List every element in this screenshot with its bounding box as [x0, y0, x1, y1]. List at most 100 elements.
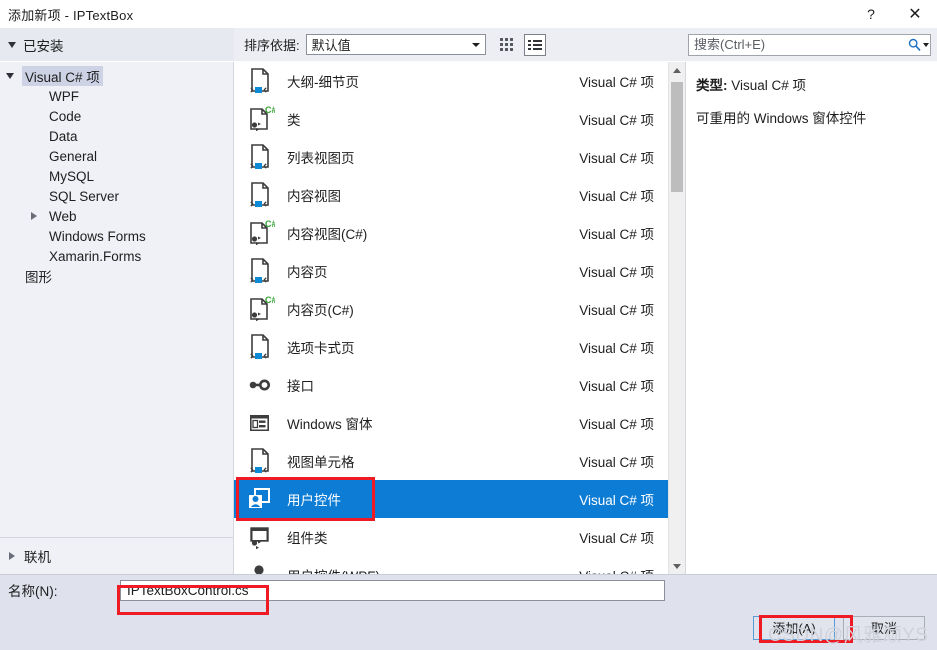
list-item-type: Visual C# 项 [579, 455, 654, 470]
list-item-name: 用户控件 [287, 493, 341, 508]
chevron-down-icon[interactable] [4, 73, 22, 79]
sidebar-filler [0, 286, 233, 537]
list-item-name: 接口 [287, 379, 314, 394]
list-scrollbar[interactable] [668, 62, 685, 574]
list-item-type: Visual C# 项 [579, 303, 654, 318]
sidebar-item-wpf[interactable]: WPF [0, 86, 233, 106]
list-item[interactable]: 用户控件 Visual C# 项 [234, 480, 668, 518]
list-item-type: Visual C# 项 [579, 189, 654, 204]
sidebar-item-xamarin-forms[interactable]: Xamarin.Forms [0, 246, 233, 266]
sidebar-item-label: Windows Forms [49, 228, 146, 244]
sidebar-item-[interactable]: 图形 [0, 266, 233, 286]
sort-toolbar: 排序依据: 默认值 [234, 28, 686, 61]
page-icon [247, 142, 275, 172]
scrollbar-thumb[interactable] [671, 82, 683, 192]
sidebar-item-label: WPF [49, 88, 79, 104]
help-button[interactable]: ? [849, 0, 893, 28]
list-item-type: Visual C# 项 [579, 565, 654, 574]
sidebar-item-label: SQL Server [49, 188, 120, 204]
list-item[interactable]: 组件类 Visual C# 项 [234, 518, 668, 556]
list-item-name: 组件类 [287, 531, 328, 546]
sidebar-item-mysql[interactable]: MySQL [0, 166, 233, 186]
page-icon [247, 446, 275, 476]
list-item[interactable]: C# 内容页(C#) Visual C# 项 [234, 290, 668, 328]
svg-text:C#: C# [265, 295, 275, 305]
sidebar-item-label: Visual C# 项 [22, 66, 103, 86]
window-title: 添加新项 - IPTextBox [8, 7, 134, 23]
sidebar-item-sql-server[interactable]: SQL Server [0, 186, 233, 206]
list-item[interactable]: 列表视图页 Visual C# 项 [234, 138, 668, 176]
sidebar-item-label: Code [49, 108, 82, 124]
close-icon[interactable]: ✕ [893, 0, 937, 28]
template-list[interactable]: 大纲-细节页Visual C# 项C#类Visual C# 项列表视图页Visu… [234, 62, 668, 574]
class-csharp-icon: C# [247, 104, 277, 134]
sidebar-item-label: Web [49, 208, 77, 224]
list-item[interactable]: 用户控件(WPF)Visual C# 项 [234, 556, 668, 574]
list-item-name: 内容视图(C#) [287, 227, 368, 242]
scroll-up-icon[interactable] [669, 62, 685, 78]
sidebar-item-windows-forms[interactable]: Windows Forms [0, 226, 233, 246]
info-type-label: 类型: [696, 78, 728, 93]
interface-icon [247, 370, 275, 400]
chevron-right-icon [6, 552, 24, 560]
name-input[interactable] [120, 579, 665, 601]
list-icon [527, 39, 542, 51]
sidebar-item-label: Data [49, 128, 78, 144]
list-item-name: Windows 窗体 [287, 417, 373, 432]
list-item[interactable]: C# 类 Visual C# 项 [234, 100, 668, 138]
list-item-name: 大纲-细节页 [287, 75, 359, 90]
installed-header[interactable]: 已安装 [0, 28, 234, 61]
sidebar-item-visual-c[interactable]: Visual C# 项 [0, 66, 233, 86]
search-input[interactable] [689, 36, 906, 53]
grid-icon [500, 38, 514, 51]
page-icon [247, 332, 275, 362]
search-icon[interactable] [906, 35, 930, 55]
sidebar-item-code[interactable]: Code [0, 106, 233, 126]
list-item[interactable]: 内容视图 Visual C# 项 [234, 176, 668, 214]
list-item[interactable]: 内容页 Visual C# 项 [234, 252, 668, 290]
grid-view-button[interactable] [496, 34, 518, 56]
category-tree: Visual C# 项 WPF Code Data General MySQL SQL Se… [0, 66, 233, 286]
page-icon [247, 256, 275, 286]
dialog-footer: 名称(N): 添加(A) 取消 [0, 574, 937, 650]
svg-text:C#: C# [265, 105, 275, 115]
list-item[interactable]: C# 内容视图(C#) Visual C# 项 [234, 214, 668, 252]
list-item-type: Visual C# 项 [579, 493, 654, 508]
sidebar-item-online[interactable]: 联机 [0, 538, 233, 574]
title-bar: 添加新项 - IPTextBox ? ✕ [0, 0, 937, 28]
list-item[interactable]: Windows 窗体 Visual C# 项 [234, 404, 668, 442]
chevron-right-icon[interactable] [28, 212, 46, 220]
add-button[interactable]: 添加(A) [753, 615, 835, 640]
class-csharp-icon: C# [247, 294, 277, 324]
list-item[interactable]: 大纲-细节页 Visual C# 项 [234, 62, 668, 100]
installed-label: 已安装 [23, 38, 64, 54]
name-label: 名称(N): [8, 584, 58, 599]
list-view-button[interactable] [523, 33, 546, 56]
cancel-button[interactable]: 取消 [843, 615, 925, 640]
sidebar-item-label: General [49, 148, 98, 164]
list-item[interactable]: 视图单元格 Visual C# 项 [234, 442, 668, 480]
user-control-wpf-icon [247, 560, 275, 574]
list-item-name: 内容页 [287, 265, 328, 280]
svg-text:C#: C# [265, 219, 275, 229]
page-icon [247, 180, 275, 210]
scroll-down-icon[interactable] [669, 558, 685, 574]
list-item-type: Visual C# 项 [579, 417, 654, 432]
info-description: 可重用的 Windows 窗体控件 [696, 111, 867, 126]
sort-by-select[interactable]: 默认值 [305, 34, 486, 55]
sidebar-item-general[interactable]: General [0, 146, 233, 166]
component-class-icon [247, 522, 275, 552]
dialog-body: Visual C# 项 WPF Code Data General MySQL SQL Se… [0, 62, 937, 574]
sidebar-item-data[interactable]: Data [0, 126, 233, 146]
search-box[interactable] [688, 33, 931, 56]
sidebar-item-web[interactable]: Web [0, 206, 233, 226]
list-item[interactable]: 选项卡式页 Visual C# 项 [234, 328, 668, 366]
template-list-panel: 大纲-细节页Visual C# 项C#类Visual C# 项列表视图页Visu… [234, 62, 686, 574]
list-item-type: Visual C# 项 [579, 151, 654, 166]
class-csharp-icon: C# [247, 218, 277, 248]
sidebar-item-label: 图形 [25, 270, 52, 285]
chevron-down-icon[interactable] [468, 35, 485, 54]
search-area [686, 28, 937, 61]
list-item[interactable]: 接口 Visual C# 项 [234, 366, 668, 404]
list-item-type: Visual C# 项 [579, 113, 654, 128]
